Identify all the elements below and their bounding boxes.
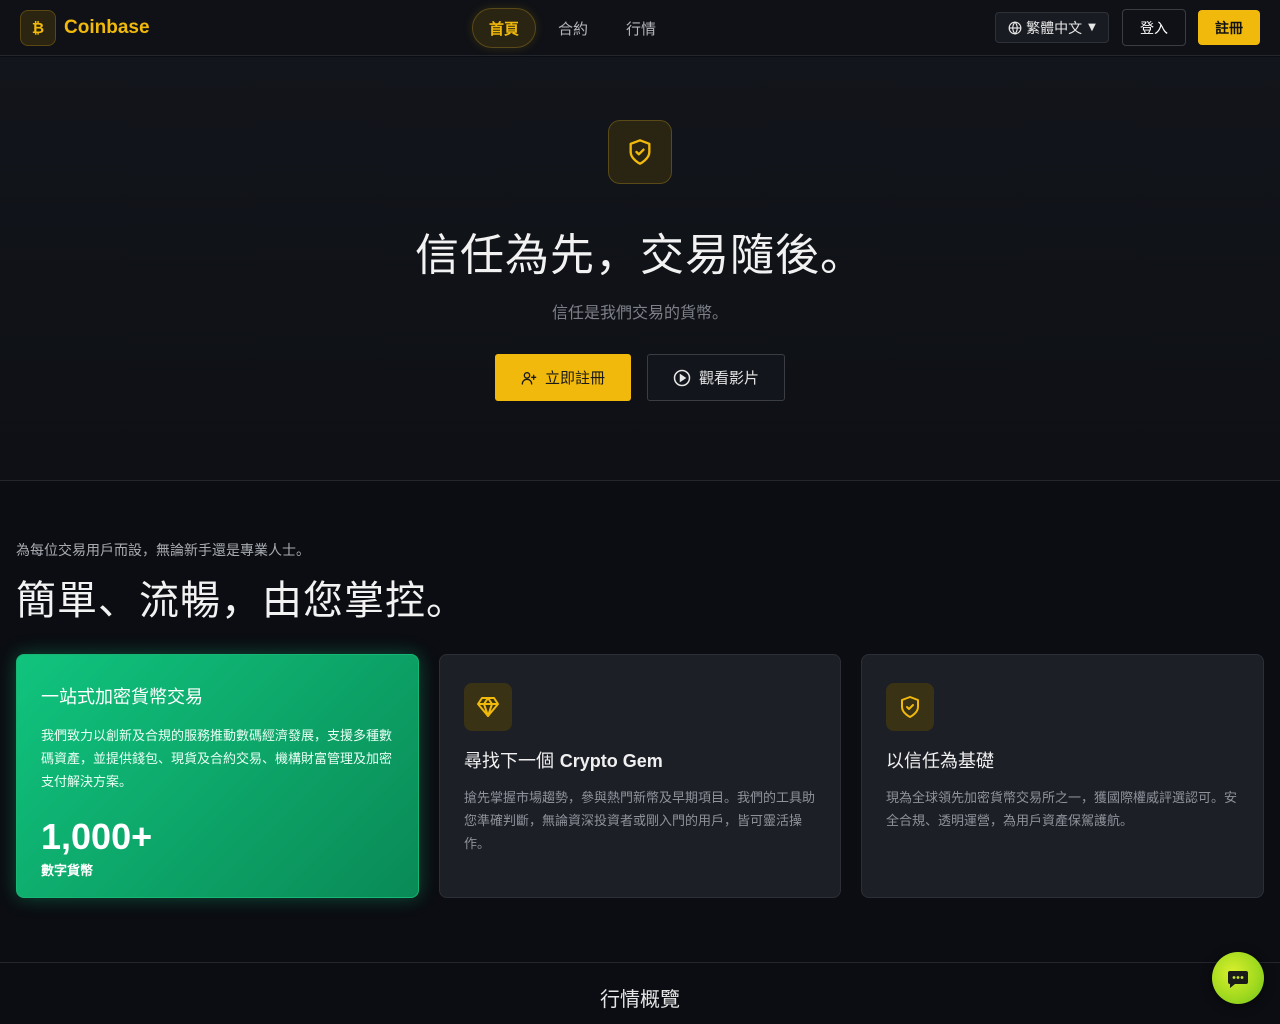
- feature-card-title: 一站式加密貨幣交易: [41, 687, 203, 708]
- feature-card-title: 以信任為基礎: [886, 751, 994, 772]
- bitcoin-logo-icon: ₿: [20, 10, 56, 46]
- nav-link-home[interactable]: 首頁: [472, 8, 537, 48]
- feature-card-body: 現為全球領先加密貨幣交易所之一，獲國際權威評選認可。安全合規、透明運營，為用戶資…: [886, 791, 1238, 829]
- feature-card-body: 我們致力以創新及合規的服務推動數碼經濟發展，支援多種數碼資產，並提供錢包、現貨及…: [41, 729, 393, 790]
- nav-link-market[interactable]: 行情: [610, 8, 672, 48]
- feature-card-one-stop: 一站式加密貨幣交易 我們致力以創新及合規的服務推動數碼經濟發展，支援多種數碼資產…: [16, 654, 419, 898]
- hero-section: 信任為先，交易隨後。 信任是我們交易的貨幣。 立即註冊 觀看影片: [0, 57, 1280, 481]
- register-now-label: 立即註冊: [544, 369, 605, 387]
- play-circle-icon: [673, 369, 691, 386]
- nav-links: 首頁 合約 行情: [472, 8, 678, 48]
- diamond-icon: [464, 683, 512, 731]
- brand[interactable]: ₿ Coinbase: [20, 10, 150, 46]
- feature-card-title-emph: Crypto Gem: [559, 751, 663, 771]
- signup-button[interactable]: 註冊: [1198, 10, 1260, 45]
- feature-card-body: 搶先掌握市場趨勢，參與熱門新幣及早期項目。我們的工具助您準確判斷，無論資深投資者…: [464, 791, 816, 852]
- language-selector[interactable]: 繁體中文 ▼: [995, 12, 1109, 43]
- feature-card-title: 尋找下一個 Crypto Gem: [464, 747, 816, 773]
- watch-video-button[interactable]: 觀看影片: [647, 354, 785, 401]
- hero-subtitle: 信任是我們交易的貨幣。: [551, 303, 728, 322]
- feature-card-title-prefix: 尋找下一個: [464, 751, 560, 772]
- hero-title: 信任為先，交易隨後。: [415, 230, 865, 281]
- chat-support-button[interactable]: [1212, 952, 1264, 1004]
- globe-icon: [1008, 20, 1022, 35]
- page: ₿ Coinbase 首頁 合約 行情 繁體中文 ▼ 登入 註冊 信任為先，交易…: [0, 0, 1280, 1024]
- language-label: 繁體中文: [1026, 20, 1083, 37]
- stat-value: 1,000+: [41, 816, 153, 857]
- user-plus-icon: [521, 371, 537, 385]
- features-title: 簡單、流暢，由您掌控。: [16, 578, 467, 624]
- stat-label: 數字貨幣: [41, 864, 94, 879]
- market-overview-title: 行情概覽: [600, 987, 680, 1011]
- register-now-button[interactable]: 立即註冊: [495, 354, 631, 401]
- feature-card-trust: 以信任為基礎 現為全球領先加密貨幣交易所之一，獲國際權威評選認可。安全合規、透明…: [861, 654, 1264, 898]
- nav-link-contracts[interactable]: 合約: [542, 8, 604, 48]
- svg-text:₿: ₿: [32, 20, 44, 37]
- top-navbar: ₿ Coinbase 首頁 合約 行情 繁體中文 ▼ 登入 註冊: [0, 0, 1280, 56]
- login-button[interactable]: 登入: [1122, 9, 1186, 46]
- shield-check-icon: [608, 120, 672, 184]
- chat-bubble-icon: [1228, 971, 1248, 988]
- market-overview-section: 行情概覽: [0, 962, 1280, 1024]
- feature-card-crypto-gem: 尋找下一個 Crypto Gem 搶先掌握市場趨勢，參與熱門新幣及早期項目。我們…: [439, 654, 841, 898]
- watch-video-label: 觀看影片: [698, 369, 759, 387]
- features-kicker: 為每位交易用戶而設，無論新手還是專業人士。: [16, 543, 310, 559]
- brand-name: Coinbase: [64, 17, 150, 38]
- shield-check-icon: [886, 683, 934, 731]
- caret-down-icon: ▼: [1088, 22, 1096, 33]
